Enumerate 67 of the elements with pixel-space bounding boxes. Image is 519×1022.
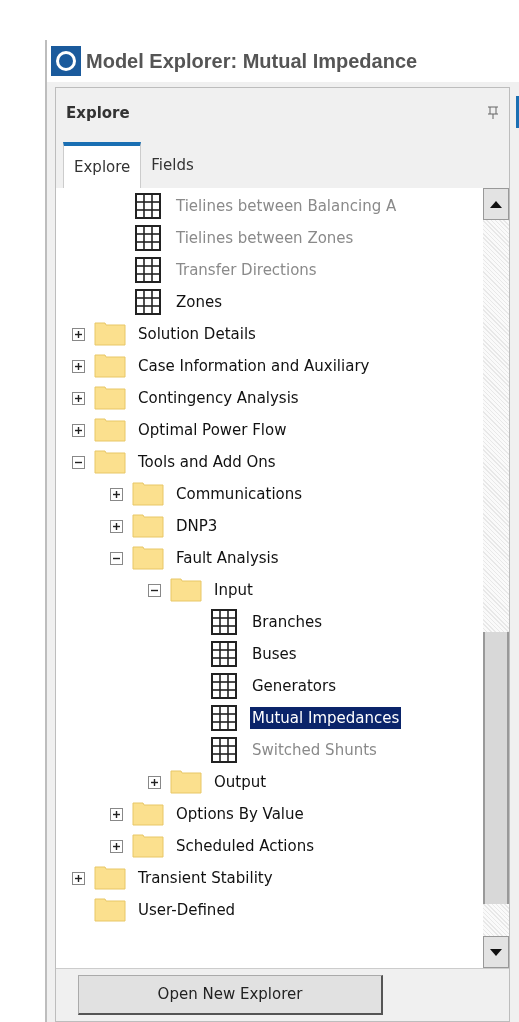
folder-icon bbox=[132, 834, 164, 858]
collapse-icon[interactable] bbox=[110, 551, 123, 565]
expand-icon[interactable] bbox=[72, 359, 85, 373]
tree-item[interactable]: Case Information and Auxiliary bbox=[136, 354, 372, 378]
folder-icon bbox=[132, 514, 164, 538]
expand-icon[interactable] bbox=[72, 871, 85, 885]
tree-item[interactable]: Scheduled Actions bbox=[174, 834, 316, 858]
tree-item[interactable]: Buses bbox=[250, 642, 299, 666]
table-icon bbox=[135, 257, 161, 283]
folder-icon bbox=[132, 802, 164, 826]
expand-icon[interactable] bbox=[110, 487, 123, 501]
expand-icon[interactable] bbox=[72, 391, 85, 405]
tree-item[interactable]: User-Defined bbox=[136, 898, 238, 922]
tree-item[interactable]: Contingency Analysis bbox=[136, 386, 301, 410]
folder-icon bbox=[94, 418, 126, 442]
panel-title: Explore bbox=[66, 102, 130, 124]
table-icon bbox=[135, 193, 161, 219]
expand-icon[interactable] bbox=[110, 519, 123, 533]
scroll-up-icon[interactable] bbox=[490, 200, 502, 208]
tree-item[interactable]: Zones bbox=[174, 290, 224, 314]
folder-icon bbox=[170, 578, 202, 602]
tree-item[interactable]: Generators bbox=[250, 674, 338, 698]
tree-item[interactable]: Tools and Add Ons bbox=[136, 450, 278, 474]
folder-icon bbox=[94, 354, 126, 378]
folder-icon bbox=[94, 450, 126, 474]
folder-icon bbox=[132, 546, 164, 570]
table-icon bbox=[211, 609, 237, 635]
tree-item[interactable]: Branches bbox=[250, 610, 324, 634]
window-title: Model Explorer: Mutual Impedance bbox=[86, 49, 418, 74]
table-icon bbox=[135, 289, 161, 315]
scrollbar-thumb[interactable] bbox=[483, 632, 509, 904]
table-icon bbox=[211, 673, 237, 699]
expand-icon[interactable] bbox=[110, 839, 123, 853]
scrollbar[interactable] bbox=[483, 188, 509, 968]
panel-edge bbox=[516, 96, 519, 128]
folder-icon bbox=[170, 770, 202, 794]
tree-item[interactable]: Communications bbox=[174, 482, 305, 506]
tree-item[interactable]: Output bbox=[212, 770, 269, 794]
folder-icon bbox=[94, 898, 126, 922]
folder-icon bbox=[94, 322, 126, 346]
tab[interactable]: Fields bbox=[141, 142, 204, 188]
folder-icon bbox=[132, 482, 164, 506]
tree-item[interactable]: Input bbox=[212, 578, 255, 602]
tree-item[interactable]: Options By Value bbox=[174, 802, 306, 826]
table-icon bbox=[211, 641, 237, 667]
table-icon bbox=[211, 737, 237, 763]
expand-icon[interactable] bbox=[148, 775, 161, 789]
pin-icon[interactable] bbox=[487, 106, 499, 120]
open-new-explorer-button[interactable]: Open New Explorer bbox=[78, 975, 383, 1015]
expand-icon[interactable] bbox=[72, 327, 85, 341]
scroll-down-icon[interactable] bbox=[490, 948, 502, 956]
tree-item[interactable]: Optimal Power Flow bbox=[136, 418, 289, 442]
tab[interactable]: Explore bbox=[63, 142, 142, 188]
collapse-icon[interactable] bbox=[72, 455, 85, 469]
tree-item[interactable]: Solution Details bbox=[136, 322, 258, 346]
tree-item[interactable]: DNP3 bbox=[174, 514, 220, 538]
tree-item[interactable]: Fault Analysis bbox=[174, 546, 281, 570]
expand-icon[interactable] bbox=[110, 807, 123, 821]
tree-item[interactable]: Mutual Impedances bbox=[250, 706, 402, 730]
folder-icon bbox=[94, 386, 126, 410]
tree-item[interactable]: Transient Stability bbox=[136, 866, 275, 890]
table-icon bbox=[211, 705, 237, 731]
collapse-icon[interactable] bbox=[148, 583, 161, 597]
folder-icon bbox=[94, 866, 126, 890]
app-logo-icon bbox=[51, 46, 81, 76]
expand-icon[interactable] bbox=[72, 423, 85, 437]
table-icon bbox=[135, 225, 161, 251]
